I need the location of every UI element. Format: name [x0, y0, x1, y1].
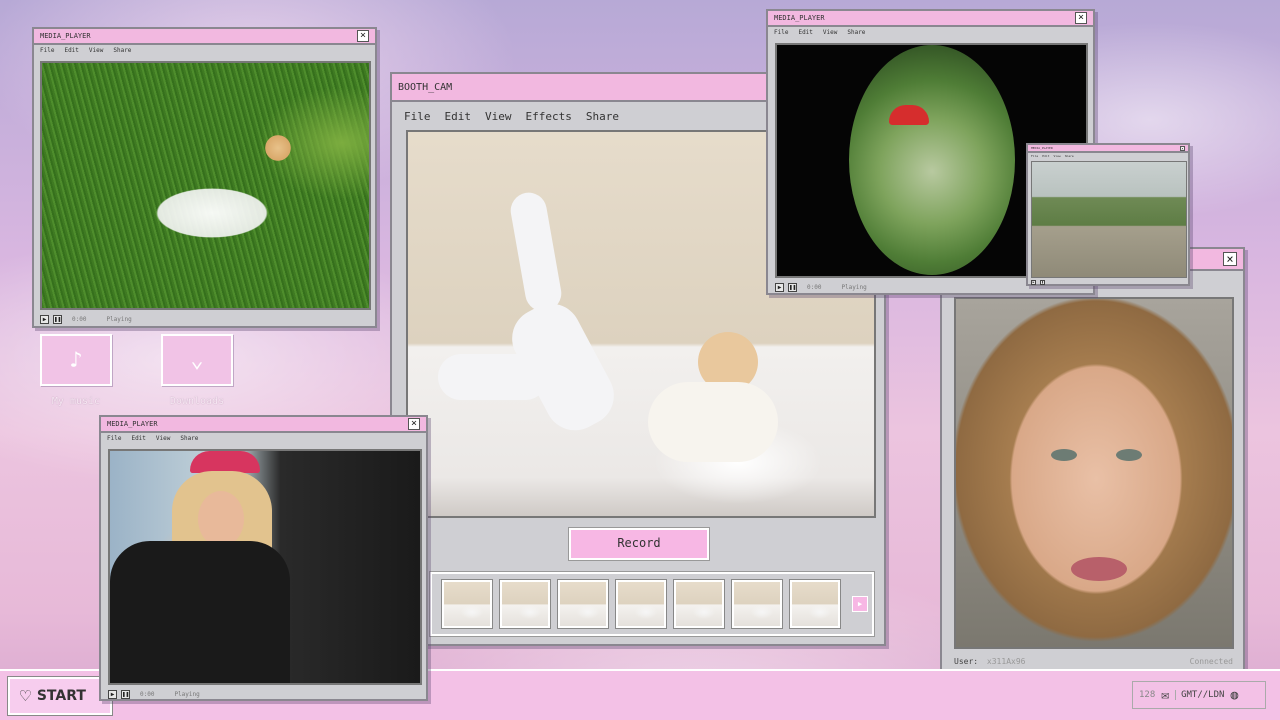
window-title: MEDIA_PLAYER: [1031, 146, 1053, 150]
playback-time: 0:00: [72, 316, 87, 323]
playback-time: 0:00: [140, 691, 155, 698]
menu-file[interactable]: File: [40, 47, 54, 54]
thumbnail[interactable]: [557, 579, 609, 629]
thumbnail[interactable]: [615, 579, 667, 629]
close-icon[interactable]: ×: [1075, 12, 1087, 24]
playback-status: Playing: [841, 284, 867, 291]
chevron-right-icon: ▸: [856, 597, 864, 610]
record-button[interactable]: Record: [568, 527, 710, 561]
menu-share[interactable]: Share: [847, 29, 865, 36]
user-label: User:: [954, 657, 979, 666]
start-label: START: [36, 688, 86, 704]
video-call-window[interactable]: × User: x311Ax96 Connected: [940, 247, 1245, 677]
title-bar[interactable]: MEDIA_PLAYER ×: [34, 29, 375, 45]
my-music-label: My music: [51, 396, 101, 407]
mail-icon[interactable]: ✉: [1161, 688, 1169, 703]
window-title: MEDIA_PLAYER: [774, 14, 825, 22]
downloads-folder-icon[interactable]: ⌄: [161, 334, 233, 386]
start-button[interactable]: ♡ START: [7, 676, 113, 716]
my-music-folder-icon[interactable]: ♪: [40, 334, 112, 386]
globe-icon[interactable]: ◍: [1230, 688, 1238, 703]
record-button-label: Record: [617, 536, 661, 550]
menu-file[interactable]: File: [774, 29, 788, 36]
menu-view[interactable]: View: [89, 47, 103, 54]
menu-edit[interactable]: Edit: [64, 47, 78, 54]
pause-icon[interactable]: ❚❚: [53, 315, 62, 324]
video-call-screen: [954, 297, 1234, 649]
video-screen: [40, 61, 371, 310]
user-value: x311Ax96: [986, 657, 1026, 666]
menu-edit[interactable]: Edit: [445, 110, 472, 123]
play-icon[interactable]: ▶: [1031, 280, 1036, 285]
menu-share[interactable]: Share: [1065, 154, 1074, 158]
play-icon[interactable]: ▶: [40, 315, 49, 324]
menu-view[interactable]: View: [823, 29, 837, 36]
video-screen: [1031, 161, 1187, 278]
menu-view[interactable]: View: [485, 110, 512, 123]
thumbnail[interactable]: [441, 579, 493, 629]
play-icon[interactable]: ▶: [775, 283, 784, 292]
menu-file[interactable]: File: [1031, 154, 1038, 158]
close-icon[interactable]: ×: [1223, 252, 1237, 266]
menu-file[interactable]: File: [107, 435, 121, 442]
close-icon[interactable]: ×: [1180, 145, 1185, 151]
menu-edit[interactable]: Edit: [131, 435, 145, 442]
connection-status: Connected: [1189, 657, 1233, 666]
window-title: BOOTH_CAM: [398, 81, 453, 93]
title-bar[interactable]: MEDIA_PLAYER ×: [1028, 145, 1188, 153]
title-bar[interactable]: MEDIA_PLAYER ×: [768, 11, 1093, 27]
pause-icon[interactable]: ❚❚: [788, 283, 797, 292]
thumbnail[interactable]: [731, 579, 783, 629]
menu-view[interactable]: View: [1053, 154, 1060, 158]
menu-edit[interactable]: Edit: [798, 29, 812, 36]
clock-timezone: GMT//LDN: [1175, 690, 1224, 700]
pause-icon[interactable]: ❚: [1040, 280, 1045, 285]
menu-share[interactable]: Share: [586, 110, 619, 123]
media-player-window-car[interactable]: MEDIA_PLAYER × File Edit View Share ▶ ❚❚…: [99, 415, 428, 701]
media-player-window-grass[interactable]: MEDIA_PLAYER × File Edit View Share ▶ ❚❚…: [32, 27, 377, 328]
heart-icon: ♡: [20, 685, 31, 707]
downloads-label: Downloads: [169, 396, 225, 407]
menu-effects[interactable]: Effects: [526, 110, 572, 123]
title-bar[interactable]: MEDIA_PLAYER ×: [101, 417, 426, 433]
video-screen: [108, 449, 422, 685]
thumbnail[interactable]: [499, 579, 551, 629]
system-tray: 128 ✉ GMT//LDN ◍: [1132, 681, 1266, 709]
play-icon[interactable]: ▶: [108, 690, 117, 699]
user-field: User: x311Ax96: [954, 657, 1025, 666]
pause-icon[interactable]: ❚❚: [121, 690, 130, 699]
playback-status: Playing: [106, 316, 132, 323]
menu-share[interactable]: Share: [113, 47, 131, 54]
next-thumbnails-button[interactable]: ▸: [852, 596, 868, 612]
thumbnail[interactable]: [789, 579, 841, 629]
window-title: MEDIA_PLAYER: [40, 32, 91, 40]
download-arrow-icon: ⌄: [190, 347, 204, 373]
media-player-window-road[interactable]: MEDIA_PLAYER × File Edit View Share ▶ ❚: [1026, 143, 1190, 286]
window-title: MEDIA_PLAYER: [107, 420, 158, 428]
music-note-icon: ♪: [69, 347, 83, 373]
playback-time: 0:00: [807, 284, 822, 291]
thumbnail[interactable]: [673, 579, 725, 629]
menu-file[interactable]: File: [404, 110, 431, 123]
menu-edit[interactable]: Edit: [1042, 154, 1049, 158]
close-icon[interactable]: ×: [357, 30, 369, 42]
close-icon[interactable]: ×: [408, 418, 420, 430]
menu-view[interactable]: View: [156, 435, 170, 442]
playback-status: Playing: [174, 691, 200, 698]
thumbnail-strip: ▸: [429, 571, 875, 637]
mail-count: 128: [1139, 690, 1156, 700]
menu-share[interactable]: Share: [180, 435, 198, 442]
